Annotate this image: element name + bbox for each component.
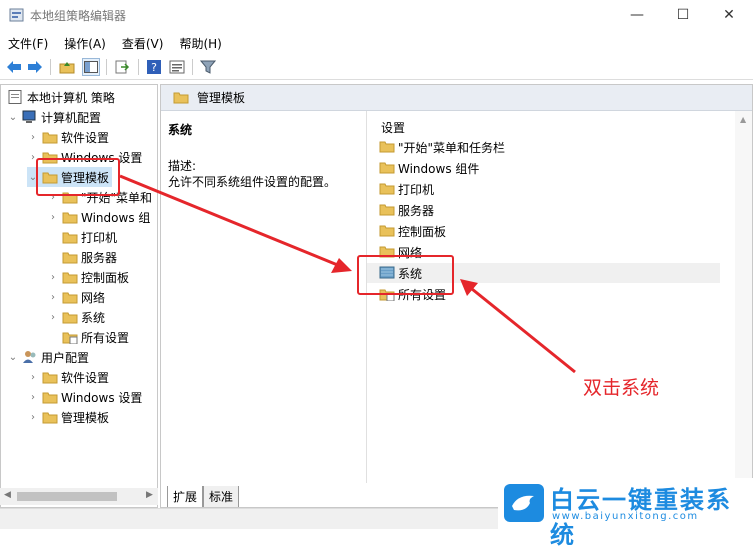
annotation-label: 双击系统 (583, 377, 660, 399)
bird-logo-icon (504, 484, 544, 522)
watermark-logo: 白云一键重装系统 www.baiyunxitong.com (498, 478, 753, 549)
watermark-url: www.baiyunxitong.com (552, 511, 699, 522)
arrow-head-icon (331, 258, 352, 273)
annotation-arrows (119, 174, 576, 374)
